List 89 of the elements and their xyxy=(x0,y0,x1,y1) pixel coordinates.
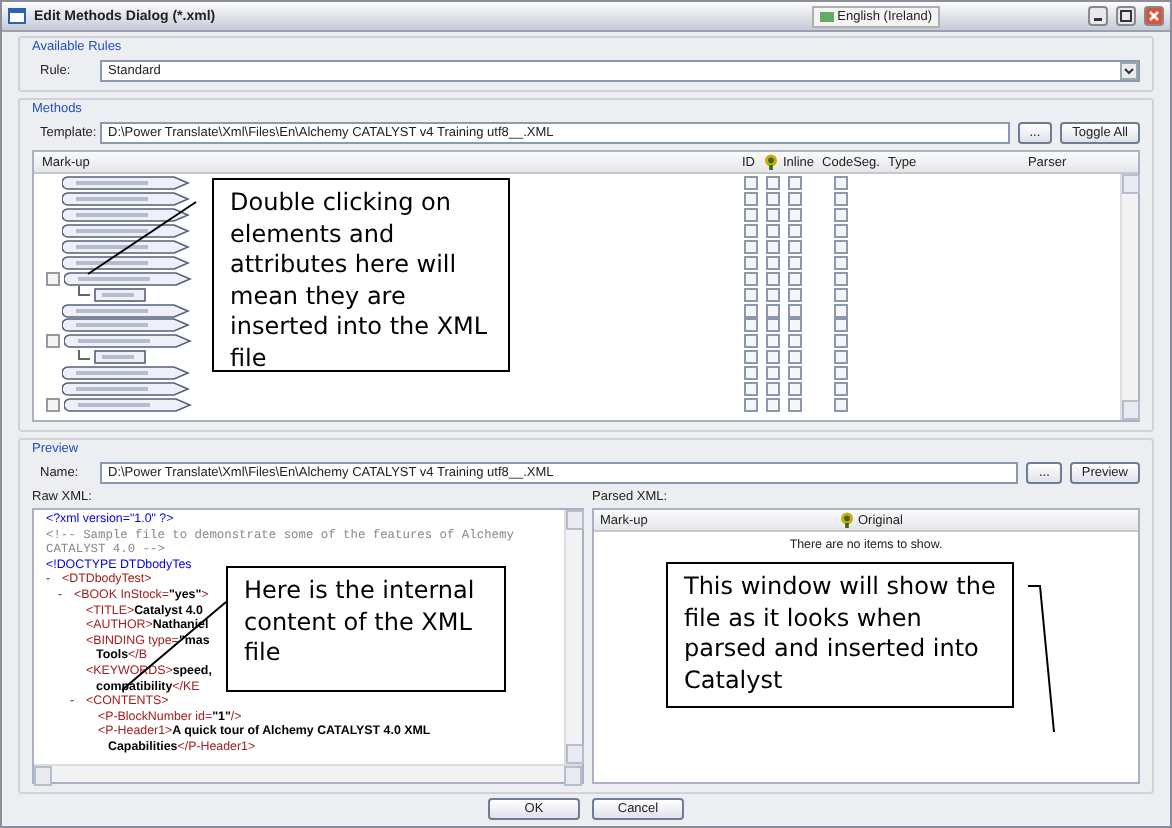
flag-icon xyxy=(819,11,834,21)
checkbox[interactable] xyxy=(834,224,848,239)
checkbox[interactable] xyxy=(744,208,758,223)
checkbox[interactable] xyxy=(834,176,848,191)
scrollbar[interactable] xyxy=(1120,174,1138,420)
tree-connector-icon xyxy=(78,286,90,297)
checkbox[interactable] xyxy=(788,208,802,223)
checkbox[interactable] xyxy=(766,287,780,302)
checkbox[interactable] xyxy=(766,240,780,254)
checkbox[interactable] xyxy=(744,176,758,191)
checkbox[interactable] xyxy=(834,208,848,223)
checkbox[interactable] xyxy=(834,382,848,397)
checkbox[interactable] xyxy=(744,350,758,365)
checkbox[interactable] xyxy=(744,366,758,381)
translate-flag-icon xyxy=(840,512,854,528)
checkbox[interactable] xyxy=(744,240,758,254)
checkbox[interactable] xyxy=(766,318,780,333)
checkbox[interactable] xyxy=(766,176,780,191)
checkbox[interactable] xyxy=(744,303,758,318)
checkbox[interactable] xyxy=(834,303,848,318)
checkbox[interactable] xyxy=(834,334,848,349)
checkbox[interactable] xyxy=(788,240,802,254)
checkbox[interactable] xyxy=(834,287,848,302)
checkbox[interactable] xyxy=(744,192,758,207)
scrollbar[interactable] xyxy=(564,510,582,764)
checkbox[interactable] xyxy=(766,208,780,223)
attribute-icon[interactable] xyxy=(94,287,146,302)
checkbox[interactable] xyxy=(744,287,758,302)
expand-toggle-icon[interactable] xyxy=(46,334,60,349)
checkbox[interactable] xyxy=(788,192,802,207)
checkbox[interactable] xyxy=(834,255,848,270)
checkbox[interactable] xyxy=(766,382,780,397)
checkbox[interactable] xyxy=(788,271,802,286)
checkbox[interactable] xyxy=(834,366,848,381)
checkbox[interactable] xyxy=(788,255,802,270)
maximize-icon xyxy=(1120,10,1132,22)
leader-line xyxy=(87,201,197,275)
checkbox[interactable] xyxy=(744,271,758,286)
minimize-button[interactable] xyxy=(1088,6,1108,26)
checkbox[interactable] xyxy=(744,334,758,349)
checkbox[interactable] xyxy=(788,303,802,318)
checkbox[interactable] xyxy=(834,192,848,207)
checkbox[interactable] xyxy=(744,318,758,333)
checkbox[interactable] xyxy=(766,366,780,381)
checkbox[interactable] xyxy=(766,334,780,349)
checkbox[interactable] xyxy=(834,318,848,333)
checkbox[interactable] xyxy=(788,287,802,302)
markup-tag-icon[interactable] xyxy=(62,240,190,254)
close-icon xyxy=(1148,10,1160,22)
markup-tag-icon[interactable] xyxy=(62,224,190,239)
callout-text: Double clicking on elements and attributes here will mean they are inserted into the XML file xyxy=(212,178,510,372)
translate-flag-icon xyxy=(763,154,777,170)
dropdown-arrow-icon xyxy=(1120,62,1138,80)
tree-connector-icon xyxy=(78,349,90,360)
checkbox[interactable] xyxy=(788,176,802,191)
callout-text: This window will show the file as it looks when parsed and inserted into Catalyst xyxy=(666,562,1014,708)
checkbox[interactable] xyxy=(766,224,780,239)
window-icon xyxy=(8,8,26,24)
checkbox[interactable] xyxy=(788,382,802,397)
markup-tag-icon[interactable] xyxy=(62,208,190,223)
markup-tag-icon[interactable] xyxy=(64,271,192,286)
checkbox[interactable] xyxy=(834,350,848,365)
checkbox[interactable] xyxy=(834,397,848,412)
checkbox[interactable] xyxy=(788,318,802,333)
checkbox[interactable] xyxy=(766,397,780,412)
checkbox[interactable] xyxy=(788,334,802,349)
maximize-button[interactable] xyxy=(1116,6,1136,26)
checkbox[interactable] xyxy=(766,192,780,207)
expand-toggle-icon[interactable] xyxy=(46,397,60,412)
expand-toggle-icon[interactable] xyxy=(46,271,60,286)
close-button[interactable] xyxy=(1144,6,1164,26)
checkbox[interactable] xyxy=(788,366,802,381)
markup-tag-icon[interactable] xyxy=(62,255,190,270)
checkbox[interactable] xyxy=(744,397,758,412)
checkbox[interactable] xyxy=(744,224,758,239)
scrollbar[interactable] xyxy=(34,764,582,782)
checkbox[interactable] xyxy=(788,224,802,239)
attribute-icon[interactable] xyxy=(94,350,146,365)
checkbox[interactable] xyxy=(834,240,848,254)
checkbox[interactable] xyxy=(766,303,780,318)
checkbox[interactable] xyxy=(744,255,758,270)
checkbox[interactable] xyxy=(766,271,780,286)
checkbox[interactable] xyxy=(766,350,780,365)
checkbox[interactable] xyxy=(766,255,780,270)
checkbox[interactable] xyxy=(788,350,802,365)
checkbox[interactable] xyxy=(744,382,758,397)
checkbox[interactable] xyxy=(788,397,802,412)
checkbox[interactable] xyxy=(834,271,848,286)
callout-text: Here is the internal content of the XML file xyxy=(226,566,506,692)
